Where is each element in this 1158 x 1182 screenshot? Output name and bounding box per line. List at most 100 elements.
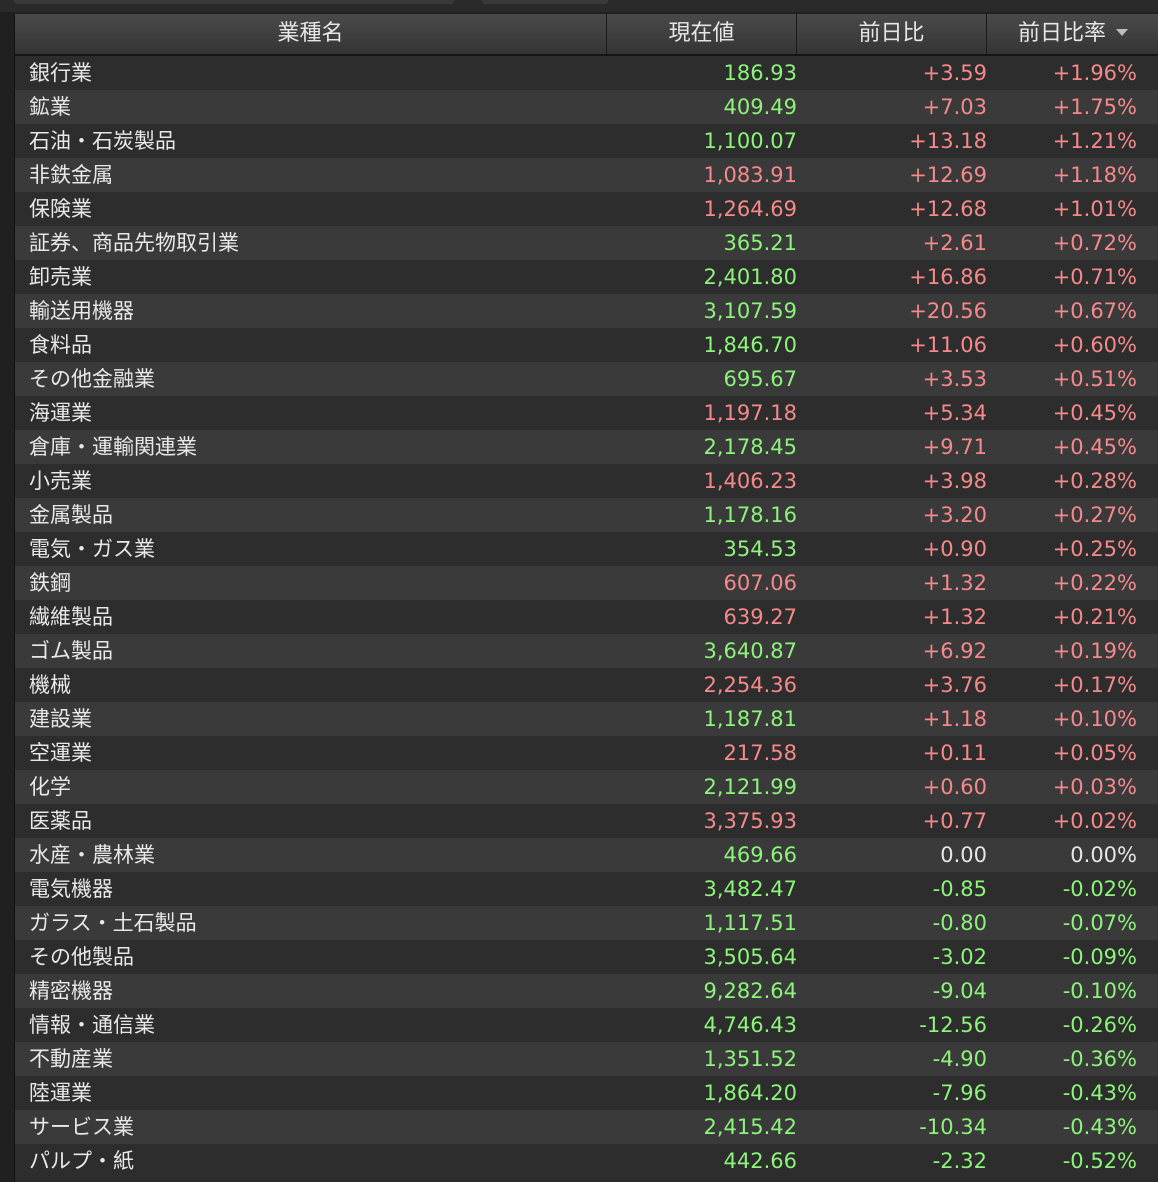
change-cell: -12.56 <box>919 1013 987 1037</box>
change-rate-cell: +0.67% <box>1052 299 1137 323</box>
table-row[interactable]: 海運業 1,197.18 +5.34 +0.45% <box>15 396 1158 430</box>
price-cell: 1,406.23 <box>703 469 797 493</box>
tab-ghost-left[interactable] <box>14 0 454 4</box>
table-row[interactable]: 電気機器 3,482.47 -0.85 -0.02% <box>15 872 1158 906</box>
table-row[interactable]: 輸送用機器 3,107.59 +20.56 +0.67% <box>15 294 1158 328</box>
table-row[interactable]: 繊維製品 639.27 +1.32 +0.21% <box>15 600 1158 634</box>
sector-name-cell: 電気・ガス業 <box>29 537 155 561</box>
change-rate-cell: -0.10% <box>1062 979 1137 1003</box>
table-row[interactable]: パルプ・紙 442.66 -2.32 -0.52% <box>15 1144 1158 1178</box>
price-cell: 1,864.20 <box>703 1081 797 1105</box>
change-rate-cell: +0.19% <box>1052 639 1137 663</box>
change-rate-cell: +0.45% <box>1052 435 1137 459</box>
column-header-label: 現在値 <box>668 21 735 46</box>
change-cell: +0.60 <box>922 775 987 799</box>
change-rate-cell: +0.71% <box>1052 265 1137 289</box>
table-row[interactable]: 医薬品 3,375.93 +0.77 +0.02% <box>15 804 1158 838</box>
price-cell: 217.58 <box>723 741 797 765</box>
table-row[interactable]: 金属製品 1,178.16 +3.20 +0.27% <box>15 498 1158 532</box>
change-cell: +3.53 <box>922 367 987 391</box>
change-rate-cell: -0.02% <box>1062 877 1137 901</box>
sector-name-cell: 卸売業 <box>29 265 92 289</box>
table-row[interactable]: 石油・石炭製品 1,100.07 +13.18 +1.21% <box>15 124 1158 158</box>
change-rate-cell: +0.72% <box>1052 231 1137 255</box>
change-rate-cell: +0.28% <box>1052 469 1137 493</box>
sector-name-cell: 輸送用機器 <box>29 299 134 323</box>
price-cell: 186.93 <box>723 61 797 85</box>
table-row[interactable]: 倉庫・運輸関連業 2,178.45 +9.71 +0.45% <box>15 430 1158 464</box>
column-header-label: 業種名 <box>277 21 344 46</box>
table-row[interactable]: 機械 2,254.36 +3.76 +0.17% <box>15 668 1158 702</box>
table-row[interactable]: その他製品 3,505.64 -3.02 -0.09% <box>15 940 1158 974</box>
table-row[interactable]: サービス業 2,415.42 -10.34 -0.43% <box>15 1110 1158 1144</box>
table-row[interactable]: 鉄鋼 607.06 +1.32 +0.22% <box>15 566 1158 600</box>
change-rate-cell: +0.45% <box>1052 401 1137 425</box>
change-cell: +12.68 <box>909 197 987 221</box>
chevron-down-icon[interactable] <box>1116 28 1128 36</box>
sector-name-cell: 倉庫・運輸関連業 <box>29 435 197 459</box>
table-row[interactable]: 証券、商品先物取引業 365.21 +2.61 +0.72% <box>15 226 1158 260</box>
price-cell: 3,640.87 <box>703 639 797 663</box>
column-header-sector-name[interactable]: 業種名 <box>15 14 607 54</box>
table-row[interactable]: 化学 2,121.99 +0.60 +0.03% <box>15 770 1158 804</box>
price-cell: 442.66 <box>723 1149 797 1173</box>
table-row[interactable]: 水産・農林業 469.66 0.00 0.00% <box>15 838 1158 872</box>
price-cell: 3,107.59 <box>703 299 797 323</box>
column-header-price[interactable]: 現在値 <box>607 14 797 54</box>
table-row[interactable]: その他金融業 695.67 +3.53 +0.51% <box>15 362 1158 396</box>
price-cell: 2,121.99 <box>703 775 797 799</box>
table-row[interactable]: 銀行業 186.93 +3.59 +1.96% <box>15 56 1158 90</box>
table-row[interactable]: 卸売業 2,401.80 +16.86 +0.71% <box>15 260 1158 294</box>
change-rate-cell: +1.01% <box>1052 197 1137 221</box>
table-row[interactable]: 空運業 217.58 +0.11 +0.05% <box>15 736 1158 770</box>
price-cell: 2,254.36 <box>703 673 797 697</box>
table-row[interactable]: 電気・ガス業 354.53 +0.90 +0.25% <box>15 532 1158 566</box>
change-cell: -3.02 <box>932 945 987 969</box>
table-header: 業種名 現在値 前日比 前日比率 <box>15 14 1158 56</box>
sector-name-cell: パルプ・紙 <box>29 1149 134 1173</box>
change-rate-cell: -0.09% <box>1062 945 1137 969</box>
change-rate-cell: +0.22% <box>1052 571 1137 595</box>
table-row[interactable]: 鉱業 409.49 +7.03 +1.75% <box>15 90 1158 124</box>
change-rate-cell: +0.02% <box>1052 809 1137 833</box>
change-rate-cell: -0.43% <box>1062 1081 1137 1105</box>
table-row[interactable]: 建設業 1,187.81 +1.18 +0.10% <box>15 702 1158 736</box>
change-rate-cell: +0.10% <box>1052 707 1137 731</box>
column-header-change[interactable]: 前日比 <box>797 14 987 54</box>
change-cell: +1.18 <box>922 707 987 731</box>
price-cell: 3,375.93 <box>703 809 797 833</box>
change-rate-cell: +0.05% <box>1052 741 1137 765</box>
change-rate-cell: +1.96% <box>1052 61 1137 85</box>
price-cell: 2,178.45 <box>703 435 797 459</box>
change-rate-cell: +1.75% <box>1052 95 1137 119</box>
table-row[interactable]: 小売業 1,406.23 +3.98 +0.28% <box>15 464 1158 498</box>
table-body: 銀行業 186.93 +3.59 +1.96% 鉱業 409.49 +7.03 +1.75% 石… <box>15 56 1158 1178</box>
change-cell: +1.32 <box>922 605 987 629</box>
price-cell: 607.06 <box>723 571 797 595</box>
table-row[interactable]: 食料品 1,846.70 +11.06 +0.60% <box>15 328 1158 362</box>
change-rate-cell: +1.18% <box>1052 163 1137 187</box>
table-row[interactable]: 非鉄金属 1,083.91 +12.69 +1.18% <box>15 158 1158 192</box>
table-row[interactable]: 情報・通信業 4,746.43 -12.56 -0.26% <box>15 1008 1158 1042</box>
sector-name-cell: 空運業 <box>29 741 92 765</box>
table-row[interactable]: ガラス・土石製品 1,117.51 -0.80 -0.07% <box>15 906 1158 940</box>
change-cell: -9.04 <box>932 979 987 1003</box>
price-cell: 3,505.64 <box>703 945 797 969</box>
table-row[interactable]: ゴム製品 3,640.87 +6.92 +0.19% <box>15 634 1158 668</box>
table-row[interactable]: 陸運業 1,864.20 -7.96 -0.43% <box>15 1076 1158 1110</box>
table-row[interactable]: 保険業 1,264.69 +12.68 +1.01% <box>15 192 1158 226</box>
tab-ghost-right[interactable] <box>482 0 608 4</box>
sector-name-cell: 情報・通信業 <box>29 1013 155 1037</box>
table-row[interactable]: 不動産業 1,351.52 -4.90 -0.36% <box>15 1042 1158 1076</box>
sector-name-cell: 鉄鋼 <box>29 571 71 595</box>
column-header-change-rate[interactable]: 前日比率 <box>987 14 1158 54</box>
sector-name-cell: 証券、商品先物取引業 <box>29 231 239 255</box>
sector-name-cell: その他金融業 <box>29 367 155 391</box>
sector-name-cell: 鉱業 <box>29 95 71 119</box>
sector-name-cell: 機械 <box>29 673 71 697</box>
sector-window: 業種名 現在値 前日比 前日比率 銀行業 186.93 +3.59 +1.96% 鉱業 4… <box>0 0 1158 1182</box>
price-cell: 639.27 <box>723 605 797 629</box>
sector-name-cell: その他製品 <box>29 945 134 969</box>
sector-name-cell: 石油・石炭製品 <box>29 129 176 153</box>
table-row[interactable]: 精密機器 9,282.64 -9.04 -0.10% <box>15 974 1158 1008</box>
